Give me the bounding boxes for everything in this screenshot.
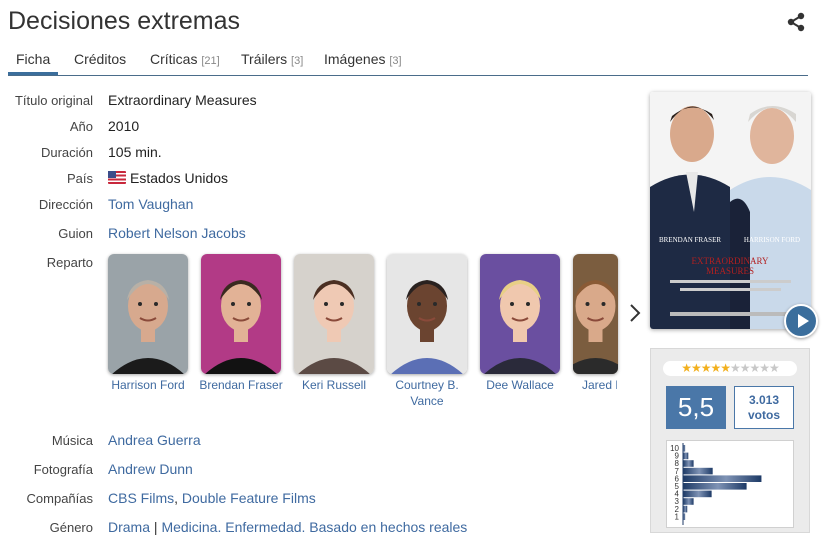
script-label: Guion: [58, 226, 93, 241]
director-link[interactable]: Tom Vaughan: [108, 196, 193, 212]
histogram-bar: [683, 483, 747, 490]
music-label: Música: [51, 433, 93, 448]
music-value: Andrea Guerra: [108, 432, 201, 448]
tab-criticas[interactable]: Críticas [21]: [150, 51, 220, 67]
cast-photo[interactable]: [573, 254, 618, 374]
tab-label: Tráilers: [241, 51, 288, 67]
average-score: 5,5: [666, 386, 726, 429]
photography-value: Andrew Dunn: [108, 461, 193, 477]
votes-count: 3.013: [748, 393, 780, 407]
histogram-tick-label: 1: [675, 512, 680, 521]
histogram-bar: [683, 490, 712, 498]
tab-trailers[interactable]: Tráilers [3]: [241, 51, 303, 67]
direction-value: Tom Vaughan: [108, 196, 193, 212]
poster-actor2: HARRISON FORD: [744, 236, 800, 244]
histogram-bar: [683, 505, 688, 513]
poster-title-line2: MEASURES: [706, 266, 754, 276]
tab-bar: Ficha Créditos Críticas [21] Tráilers [3…: [8, 45, 808, 76]
tab-label: Créditos: [74, 51, 127, 67]
cast-photo[interactable]: [480, 254, 560, 374]
cast-name-link[interactable]: Brendan Fraser: [195, 377, 287, 393]
chevron-right-icon[interactable]: [628, 302, 642, 324]
genre-value: Drama | Medicina. Enfermedad. Basado en …: [108, 519, 467, 535]
duration-value: 105 min.: [108, 144, 162, 160]
topic-link[interactable]: Medicina. Enfermedad. Basado en hechos r…: [161, 519, 467, 535]
cast-photo[interactable]: [294, 254, 374, 374]
cast-photo[interactable]: [201, 254, 281, 374]
us-flag-icon: [108, 171, 126, 184]
tab-label: Críticas: [150, 51, 198, 67]
rating-histogram: 10 9 8 7 6 5 4 3 2 1: [666, 440, 794, 528]
year-value: 2010: [108, 118, 140, 134]
country-value: Estados Unidos: [108, 170, 228, 186]
histogram-bar: [683, 445, 686, 452]
companies-value: CBS Films, Double Feature Films: [108, 490, 316, 506]
cast-photo[interactable]: [108, 254, 188, 374]
cast-label: Reparto: [46, 255, 93, 270]
histogram-bar: [683, 498, 694, 505]
histogram-bar: [683, 513, 686, 520]
movie-poster[interactable]: BRENDAN FRASER HARRISON FORD EXTRAORDINA…: [650, 92, 811, 329]
country-name: Estados Unidos: [130, 170, 229, 186]
writer-link[interactable]: Robert Nelson Jacobs: [108, 225, 246, 241]
stars-empty: ★★★★★: [730, 361, 780, 375]
tab-count: [21]: [201, 55, 220, 67]
histogram-bar: [683, 467, 713, 475]
star-rating-bar: ★★★★★★★★★★: [663, 361, 797, 376]
cast-name-link[interactable]: Harrison Ford: [102, 377, 194, 393]
companies-label: Compañías: [26, 491, 93, 506]
page-title: Decisiones extremas: [8, 7, 241, 35]
composer-link[interactable]: Andrea Guerra: [108, 432, 201, 448]
histogram-bar: [683, 452, 689, 460]
tab-count: [3]: [291, 55, 304, 67]
cast-name-link[interactable]: Dee Wallace: [474, 377, 566, 393]
genre-label: Género: [49, 520, 93, 535]
cinematographer-link[interactable]: Andrew Dunn: [108, 461, 193, 477]
votes-count-box[interactable]: 3.013 votos: [734, 386, 794, 429]
separator: |: [150, 519, 162, 535]
tab-ficha[interactable]: Ficha: [8, 45, 59, 75]
photography-label: Fotografía: [33, 462, 93, 477]
year-label: Año: [69, 119, 93, 134]
script-value: Robert Nelson Jacobs: [108, 225, 246, 241]
stars-filled: ★★★★★: [681, 361, 731, 375]
cast-name-link[interactable]: Courtney B. Vance: [381, 377, 473, 409]
histogram-bar: [683, 460, 694, 467]
genre-link[interactable]: Drama: [108, 519, 150, 535]
tab-label: Ficha: [16, 51, 51, 67]
tab-creditos[interactable]: Créditos: [74, 51, 126, 67]
duration-label: Duración: [40, 145, 93, 160]
company-link[interactable]: CBS Films: [108, 490, 174, 506]
company-link[interactable]: Double Feature Films: [182, 490, 316, 506]
cast-name-link[interactable]: Keri Russell: [288, 377, 380, 393]
histogram-bar: [683, 475, 762, 482]
original-title-label: Título original: [14, 93, 93, 108]
votes-label: votos: [747, 408, 780, 422]
tab-label: Imágenes: [324, 51, 386, 67]
poster-title-line1: EXTRAORDINARY: [691, 256, 769, 266]
direction-label: Dirección: [38, 197, 93, 212]
country-label: País: [66, 171, 93, 186]
original-title-value: Extraordinary Measures: [108, 92, 257, 108]
poster-actor1: BRENDAN FRASER: [659, 236, 721, 244]
tab-imagenes[interactable]: Imágenes [3]: [324, 51, 402, 67]
cast-photo[interactable]: [387, 254, 467, 374]
separator: ,: [174, 490, 182, 506]
play-trailer-button[interactable]: [784, 304, 818, 338]
cast-name-link[interactable]: Jared Harris: [573, 377, 617, 393]
tab-count: [3]: [389, 55, 402, 67]
share-icon[interactable]: [786, 12, 806, 32]
